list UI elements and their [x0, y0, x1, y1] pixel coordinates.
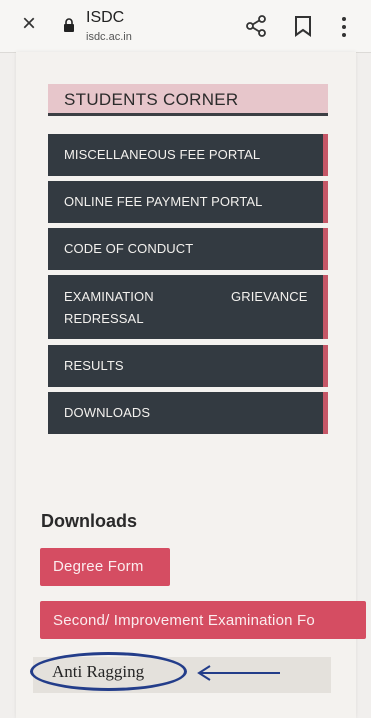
close-icon[interactable]: ×	[22, 12, 36, 36]
annotation-arrow-icon	[197, 665, 280, 681]
menu-item-label: MISCELLANEOUS FEE PORTAL	[64, 147, 261, 162]
annotation-circle	[30, 652, 187, 691]
menu-item-examination-grievance[interactable]: EXAMINATION GRIEVANCE REDRESSAL	[48, 275, 328, 339]
site-name: ISDC	[86, 9, 125, 26]
menu-item-label: GRIEVANCE	[231, 289, 308, 304]
menu-item-label: CODE OF CONDUCT	[64, 241, 194, 256]
menu-item-downloads[interactable]: DOWNLOADS	[48, 392, 328, 434]
degree-form-button[interactable]: Degree Form	[40, 548, 170, 586]
downloads-heading: Downloads	[41, 511, 138, 531]
menu-item-label: DOWNLOADS	[64, 405, 151, 420]
lock-icon	[64, 18, 74, 32]
menu-item-label: EXAMINATION	[64, 289, 154, 304]
more-vert-icon[interactable]	[340, 16, 348, 38]
second-improvement-exam-button[interactable]: Second/ Improvement Examination Fo	[40, 601, 366, 639]
browser-toolbar: × ISDC isdc.ac.in	[0, 0, 371, 53]
menu-item-label: ONLINE FEE PAYMENT PORTAL	[64, 194, 263, 209]
share-icon[interactable]	[244, 14, 268, 38]
menu-item-results[interactable]: RESULTS	[48, 345, 328, 387]
menu-item-online-fee-payment[interactable]: ONLINE FEE PAYMENT PORTAL	[48, 181, 328, 223]
menu-item-label: RESULTS	[64, 358, 124, 373]
students-corner-title: STUDENTS CORNER	[48, 84, 328, 116]
menu-item-misc-fee-portal[interactable]: MISCELLANEOUS FEE PORTAL	[48, 134, 328, 176]
menu-item-code-of-conduct[interactable]: CODE OF CONDUCT	[48, 228, 328, 270]
menu-item-label: REDRESSAL	[64, 311, 144, 326]
bookmark-icon[interactable]	[293, 15, 313, 37]
site-domain: isdc.ac.in	[86, 31, 132, 43]
